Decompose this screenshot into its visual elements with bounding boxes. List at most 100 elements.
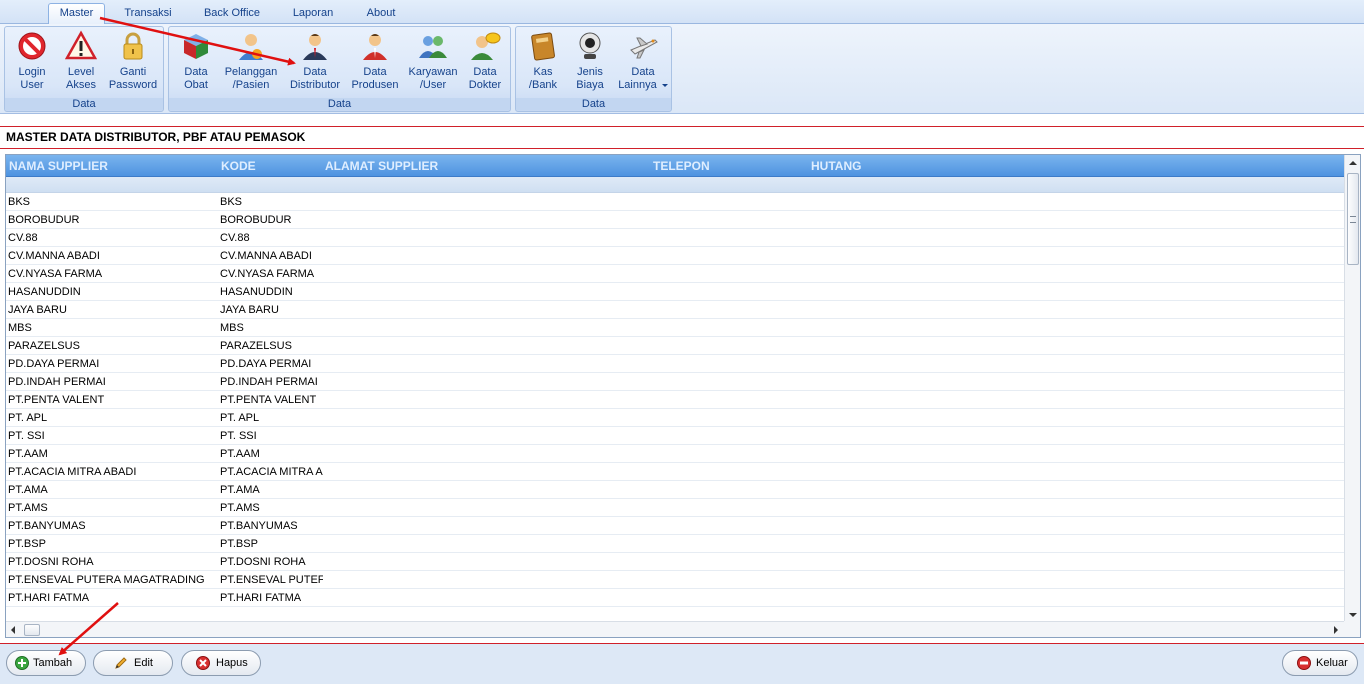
cell-kode: PT. APL bbox=[220, 412, 260, 424]
grid-header: NAMA SUPPLIER KODE ALAMAT SUPPLIER TELEP… bbox=[6, 155, 1344, 177]
karyawan-user-label-2: /User bbox=[419, 79, 447, 91]
column-header-hutang[interactable]: HUTANG bbox=[811, 159, 861, 173]
login-user-label-1: Login bbox=[18, 66, 46, 78]
hapus-button[interactable]: Hapus bbox=[181, 650, 261, 676]
table-row[interactable]: HASANUDDIN HASANUDDIN bbox=[6, 283, 1344, 301]
cell-nama-supplier: HASANUDDIN bbox=[8, 286, 81, 298]
column-header-alamat[interactable]: ALAMAT SUPPLIER bbox=[325, 159, 438, 173]
table-row[interactable]: BKS BKS bbox=[6, 193, 1344, 211]
table-row[interactable]: BOROBUDUR BOROBUDUR bbox=[6, 211, 1344, 229]
table-row[interactable]: PT. SSI PT. SSI bbox=[6, 427, 1344, 445]
table-row[interactable]: PT.ENSEVAL PUTERA MAGATRADING PT.ENSEVAL … bbox=[6, 571, 1344, 589]
horizontal-scroll-thumb[interactable] bbox=[24, 624, 40, 636]
table-row[interactable]: CV.MANNA ABADI CV.MANNA ABADI bbox=[6, 247, 1344, 265]
data-lainnya-label-2: Lainnya bbox=[618, 79, 657, 91]
customer-icon bbox=[239, 34, 263, 60]
table-row[interactable]: CV.88 CV.88 bbox=[6, 229, 1344, 247]
kas-bank-button[interactable]: Kas /Bank bbox=[520, 30, 566, 96]
cell-kode: HASANUDDIN bbox=[220, 286, 293, 298]
table-row[interactable]: PT.AMS PT.AMS bbox=[6, 499, 1344, 517]
cell-nama-supplier: CV.88 bbox=[8, 232, 38, 244]
jenis-biaya-label-1: Jenis bbox=[577, 66, 603, 78]
horizontal-scrollbar[interactable] bbox=[6, 621, 1344, 637]
producer-person-icon bbox=[363, 34, 387, 60]
grip-icon bbox=[1350, 216, 1356, 223]
table-row[interactable]: PT.ACACIA MITRA ABADI PT.ACACIA MITRA A bbox=[6, 463, 1344, 481]
cell-nama-supplier: PD.DAYA PERMAI bbox=[8, 358, 100, 370]
employees-icon bbox=[419, 36, 447, 58]
cell-kode: CV.MANNA ABADI bbox=[220, 250, 312, 262]
table-row[interactable]: PT.PENTA VALENT PT.PENTA VALENT bbox=[6, 391, 1344, 409]
webcam-icon bbox=[579, 32, 601, 59]
data-dokter-button[interactable]: Data Dokter bbox=[463, 30, 507, 96]
jenis-biaya-button[interactable]: Jenis Biaya bbox=[568, 30, 612, 96]
edit-button[interactable]: Edit bbox=[93, 650, 173, 676]
vertical-scrollbar[interactable] bbox=[1344, 155, 1360, 621]
table-row[interactable]: CV.NYASA FARMA CV.NYASA FARMA bbox=[6, 265, 1344, 283]
table-row[interactable]: PT.HARI FATMA PT.HARI FATMA bbox=[6, 589, 1344, 607]
cell-nama-supplier: BOROBUDUR bbox=[8, 214, 80, 226]
level-akses-button[interactable]: Level Akses bbox=[59, 30, 103, 96]
cell-kode: PD.DAYA PERMAI bbox=[220, 358, 312, 370]
table-row[interactable]: PT.DOSNI ROHA PT.DOSNI ROHA bbox=[6, 553, 1344, 571]
cell-kode: PD.INDAH PERMAI bbox=[220, 376, 318, 388]
pelanggan-pasien-button[interactable]: Pelanggan /Pasien bbox=[221, 30, 281, 96]
column-header-nama-supplier[interactable]: NAMA SUPPLIER bbox=[9, 159, 108, 173]
table-row[interactable]: PT.AAM PT.AAM bbox=[6, 445, 1344, 463]
scroll-down-arrow-icon[interactable] bbox=[1349, 613, 1357, 617]
karyawan-user-button[interactable]: Karyawan /User bbox=[405, 30, 461, 96]
data-distributor-button[interactable]: Data Distributor bbox=[285, 30, 345, 96]
data-obat-button[interactable]: Data Obat bbox=[173, 30, 219, 96]
group-label: Data bbox=[516, 98, 671, 110]
table-row[interactable]: PT.BANYUMAS PT.BANYUMAS bbox=[6, 517, 1344, 535]
cell-kode: CV.NYASA FARMA bbox=[220, 268, 315, 280]
ganti-password-button[interactable]: Ganti Password bbox=[105, 30, 161, 96]
new-row-placeholder[interactable] bbox=[6, 177, 1344, 193]
vertical-scroll-thumb[interactable] bbox=[1347, 173, 1359, 265]
cell-nama-supplier: CV.NYASA FARMA bbox=[8, 268, 103, 280]
scroll-left-arrow-icon[interactable] bbox=[11, 626, 15, 634]
data-dokter-label-2: Dokter bbox=[468, 79, 502, 91]
table-row[interactable]: PD.DAYA PERMAI PD.DAYA PERMAI bbox=[6, 355, 1344, 373]
cell-kode: PT.ACACIA MITRA A bbox=[220, 466, 323, 478]
data-produsen-label-2: Produsen bbox=[351, 79, 399, 91]
table-row[interactable]: PD.INDAH PERMAI PD.INDAH PERMAI bbox=[6, 373, 1344, 391]
doctor-icon bbox=[471, 32, 501, 60]
tab-transaksi[interactable]: Transaksi bbox=[116, 5, 180, 24]
cell-nama-supplier: JAYA BARU bbox=[8, 304, 67, 316]
table-row[interactable]: MBS MBS bbox=[6, 319, 1344, 337]
tambah-button[interactable]: Tambah bbox=[6, 650, 86, 676]
column-header-kode[interactable]: KODE bbox=[221, 159, 256, 173]
cell-nama-supplier: PD.INDAH PERMAI bbox=[8, 376, 106, 388]
tab-master[interactable]: Master bbox=[48, 3, 105, 25]
warning-icon bbox=[65, 30, 97, 60]
cell-kode: PT.AMS bbox=[220, 502, 260, 514]
scroll-right-arrow-icon[interactable] bbox=[1334, 626, 1338, 634]
data-produsen-button[interactable]: Data Produsen bbox=[349, 30, 401, 96]
tab-about[interactable]: About bbox=[356, 5, 406, 24]
cell-kode: PT.HARI FATMA bbox=[220, 592, 302, 604]
keluar-button[interactable]: Keluar bbox=[1282, 650, 1358, 676]
login-user-button[interactable]: Login User bbox=[9, 30, 55, 96]
tab-back-office[interactable]: Back Office bbox=[192, 5, 272, 24]
table-row[interactable]: PT.BSP PT.BSP bbox=[6, 535, 1344, 553]
page-title: MASTER DATA DISTRIBUTOR, PBF ATAU PEMASO… bbox=[6, 130, 306, 144]
table-row[interactable]: PT.AMA PT.AMA bbox=[6, 481, 1344, 499]
table-row[interactable]: PARAZELSUS PARAZELSUS bbox=[6, 337, 1344, 355]
cell-nama-supplier: PT. SSI bbox=[8, 430, 45, 442]
scroll-up-arrow-icon[interactable] bbox=[1349, 161, 1357, 165]
cell-nama-supplier: PT. APL bbox=[8, 412, 48, 424]
tab-laporan[interactable]: Laporan bbox=[284, 5, 342, 24]
data-produsen-label-1: Data bbox=[363, 66, 387, 78]
data-distributor-label-1: Data bbox=[303, 66, 327, 78]
table-row[interactable]: JAYA BARU JAYA BARU bbox=[6, 301, 1344, 319]
add-icon bbox=[15, 656, 29, 670]
grid-rows: BKS BKS BOROBUDUR BOROBUDUR CV.88 CV.88 CV.MAN… bbox=[6, 193, 1344, 607]
padlock-icon bbox=[123, 32, 143, 60]
table-row[interactable]: PT. APL PT. APL bbox=[6, 409, 1344, 427]
exit-icon bbox=[1297, 656, 1311, 670]
supplier-grid[interactable]: NAMA SUPPLIER KODE ALAMAT SUPPLIER TELEP… bbox=[5, 154, 1361, 638]
column-header-telepon[interactable]: TELEPON bbox=[653, 159, 710, 173]
data-lainnya-button[interactable]: Data Lainnya bbox=[616, 30, 670, 96]
data-dokter-label-1: Data bbox=[473, 66, 497, 78]
